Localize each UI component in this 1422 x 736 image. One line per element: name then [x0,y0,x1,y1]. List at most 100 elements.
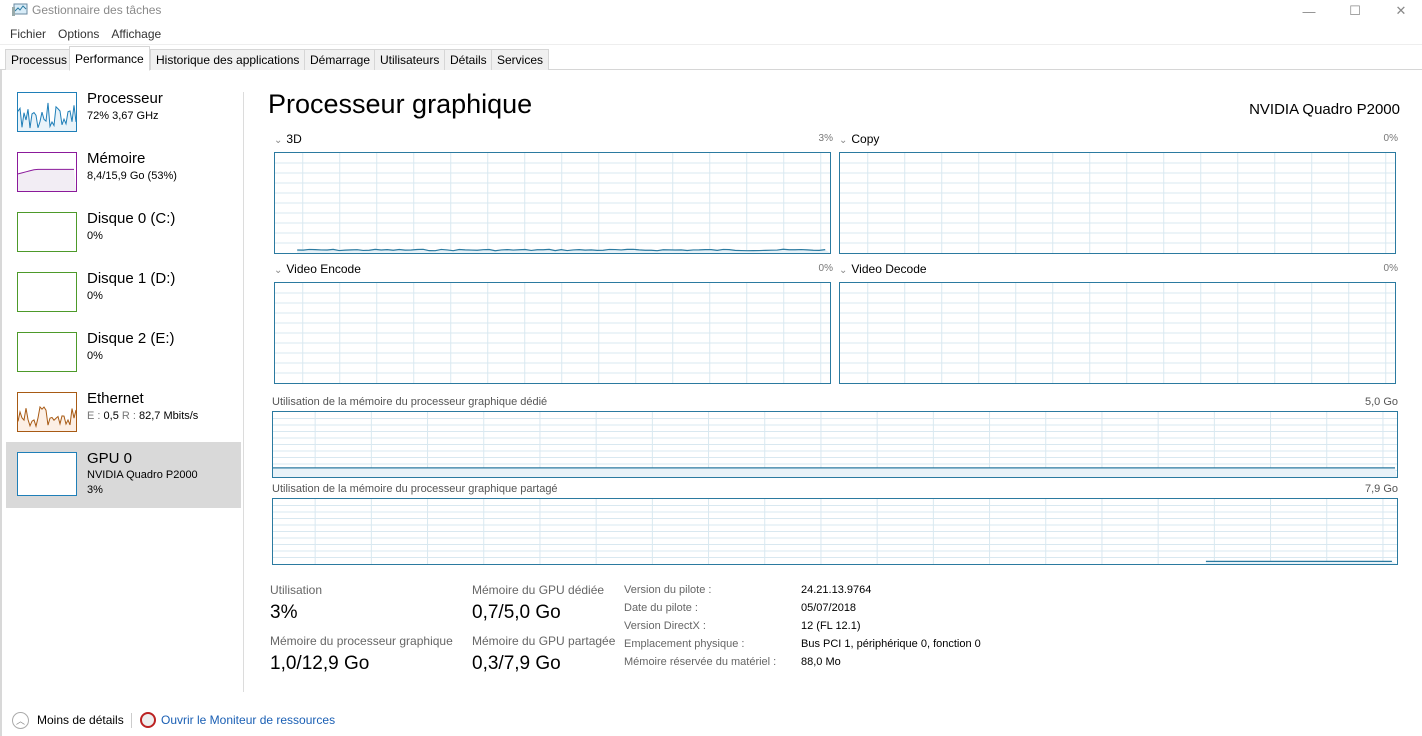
sidebar-item-ethernet[interactable]: Ethernet E : 0,5 R : 82,7 Mbits/s [6,384,241,448]
window-left-border [0,70,2,736]
maximize-icon: ☐ [1349,3,1361,18]
chevron-down-icon: ⌄ [274,135,283,146]
window-title: Gestionnaire des tâches [32,3,162,17]
graph-canvas [273,412,1397,477]
graph-canvas [275,283,830,383]
directx-version-value: 12 (FL 12.1) [801,620,861,632]
sidebar-item-disque-0[interactable]: Disque 0 (C:) 0% [6,204,241,268]
engine-percent: 0% [818,263,833,274]
title-bar: Gestionnaire des tâches — ☐ ✕ [0,0,1422,22]
engine-percent: 0% [1383,263,1398,274]
shared-memory-graph [272,498,1398,565]
driver-date-value: 05/07/2018 [801,602,857,614]
shared-memory-value: 0,3/7,9 Go [472,653,561,674]
tab-bar: Processus Performance Historique des app… [0,44,1422,71]
sidebar-item-detail: 0% [87,230,103,242]
engine-percent: 3% [818,133,833,144]
sidebar-item-detail: 0% [87,290,103,302]
gpu-model: NVIDIA Quadro P2000 [87,469,198,481]
send-label: E : [87,410,101,422]
chevron-up-circle-icon[interactable]: ︿ [12,712,29,729]
sidebar-item-detail: 8,4/15,9 Go (53%) [87,170,177,182]
menu-bar: Fichier Options Affichage [0,24,1422,44]
chevron-down-icon: ⌄ [839,265,848,276]
driver-version-label: Version du pilote : [624,584,712,596]
maximize-button[interactable]: ☐ [1332,0,1378,22]
tab-demarrage[interactable]: Démarrage [304,49,377,70]
engine-3d-selector[interactable]: ⌄ 3D [274,132,302,146]
sidebar-item-detail: E : 0,5 R : 82,7 Mbits/s [87,409,198,424]
engine-label: Copy [851,132,880,146]
tab-historique[interactable]: Historique des applications [150,49,306,70]
tab-processus[interactable]: Processus [5,49,74,70]
close-button[interactable]: ✕ [1378,0,1422,22]
disk1-thumbnail-graph [17,272,77,312]
engine-label: Video Decode [851,262,927,276]
sidebar-item-label: Disque 1 (D:) [87,270,176,287]
graph-canvas [273,499,1397,564]
memory-thumbnail-graph [17,152,77,192]
less-details-button[interactable]: Moins de détails [37,713,124,727]
menu-fichier[interactable]: Fichier [10,24,46,44]
sidebar-item-label: Disque 2 (E:) [87,330,175,347]
dedicated-memory-value: 0,7/5,0 Go [472,602,561,623]
usage-area [273,467,1397,477]
engine-label: Video Encode [286,262,361,276]
dedicated-memory-graph [272,411,1398,478]
engine-percent: 0% [1383,133,1398,144]
engine-video-encode-selector[interactable]: ⌄ Video Encode [274,262,361,276]
sidebar-item-detail: 0% [87,350,103,362]
gpu-memory-value: 1,0/12,9 Go [270,653,370,674]
tab-details[interactable]: Détails [444,49,493,70]
thumbnail-fill [18,169,76,191]
shared-memory-label: Mémoire du GPU partagée [472,634,616,648]
engine-copy-graph [839,152,1396,254]
tab-services[interactable]: Services [491,49,550,70]
sidebar-item-gpu-0[interactable]: GPU 0 NVIDIA Quadro P2000 3% [6,442,241,508]
driver-date-label: Date du pilote : [624,602,698,614]
task-manager-icon [12,3,28,16]
cpu-thumbnail-graph [17,92,77,132]
disk0-thumbnail-graph [17,212,77,252]
directx-version-label: Version DirectX : [624,620,706,632]
sidebar-item-label: GPU 0 [87,450,133,467]
sidebar-item-disque-1[interactable]: Disque 1 (D:) 0% [6,264,241,328]
sidebar-item-detail: NVIDIA Quadro P2000 3% [87,468,198,498]
tab-utilisateurs[interactable]: Utilisateurs [374,49,446,70]
sidebar-item-label: Mémoire [87,150,146,167]
dedicated-memory-label: Mémoire du GPU dédiée [472,583,605,597]
open-resource-monitor-link[interactable]: Ouvrir le Moniteur de ressources [161,713,335,727]
send-value: 0,5 [103,410,119,422]
engine-3d-graph [274,152,831,254]
receive-label: R : [121,410,136,422]
gpu-usage: 3% [87,484,103,496]
menu-options[interactable]: Options [58,24,99,44]
graph-canvas [840,283,1395,383]
sidebar-divider [243,92,244,692]
utilisation-label: Utilisation [270,583,323,597]
shared-memory-max: 7,9 Go [1364,483,1398,495]
engine-video-encode-graph [274,282,831,384]
graph-canvas [275,153,830,253]
chevron-down-icon: ⌄ [274,265,283,276]
tab-performance[interactable]: Performance [69,46,150,71]
minimize-button[interactable]: — [1286,0,1332,22]
sidebar-item-disque-2[interactable]: Disque 2 (E:) 0% [6,324,241,388]
sidebar-item-memoire[interactable]: Mémoire 8,4/15,9 Go (53%) [6,144,241,208]
engine-copy-selector[interactable]: ⌄ Copy [839,132,879,146]
sidebar-item-label: Processeur [87,90,163,107]
minimize-icon: — [1302,3,1316,19]
footer-divider [131,713,132,728]
sidebar-item-processeur[interactable]: Processeur 72% 3,67 GHz [6,84,241,148]
sidebar-item-detail: 72% 3,67 GHz [87,110,159,122]
reserved-memory-value: 88,0 Mo [801,656,841,668]
shared-memory-graph-label: Utilisation de la mémoire du processeur … [272,483,558,495]
engine-label: 3D [286,132,302,146]
gpu-memory-label: Mémoire du processeur graphique [270,634,453,648]
engine-video-decode-graph [839,282,1396,384]
driver-version-value: 24.21.13.9764 [801,584,872,596]
sidebar-item-label: Ethernet [87,390,144,407]
physical-location-value: Bus PCI 1, périphérique 0, fonction 0 [801,638,981,650]
engine-video-decode-selector[interactable]: ⌄ Video Decode [839,262,927,276]
menu-affichage[interactable]: Affichage [111,24,161,44]
